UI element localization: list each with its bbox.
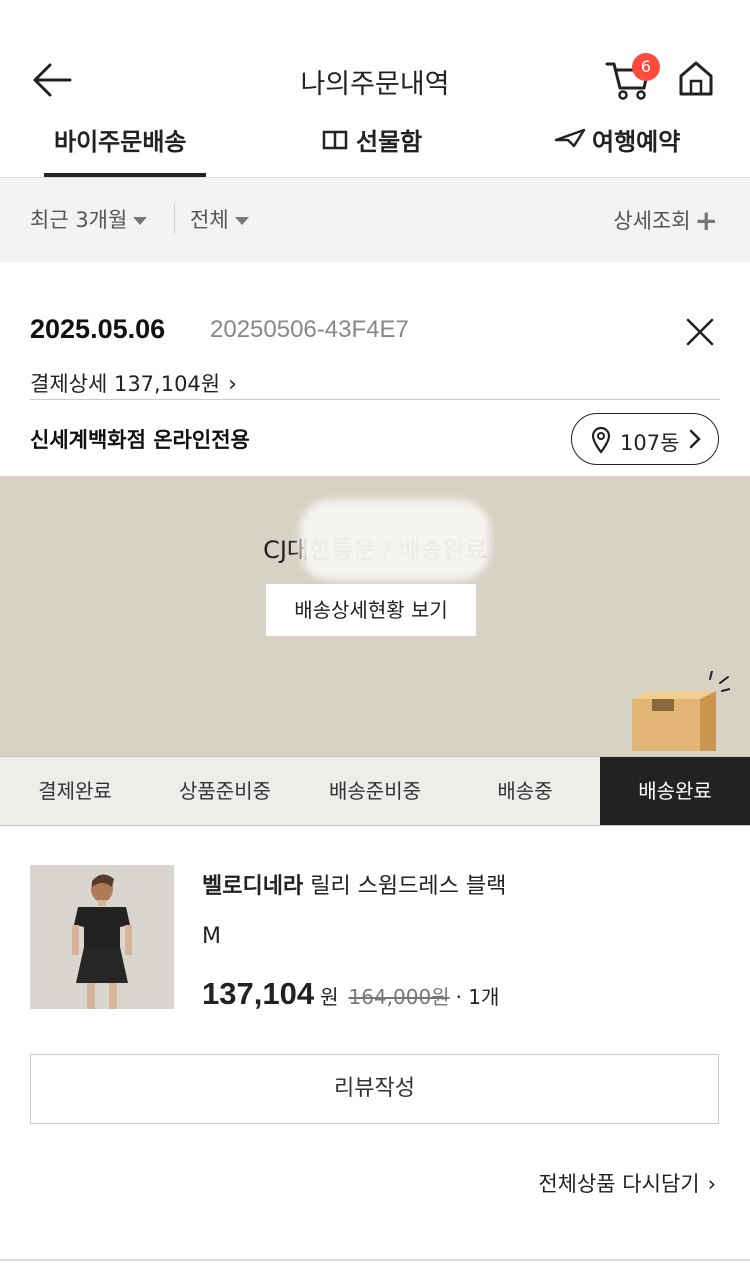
delivery-progress-steps: 결제완료 상품준비중 배송준비중 배송중 배송완료 bbox=[0, 756, 750, 826]
payment-detail-label: 결제상세 137,104원 bbox=[30, 372, 221, 396]
tab-label: 여행예약 bbox=[592, 128, 681, 156]
tab-label: 선물함 bbox=[356, 128, 423, 156]
location-pin-icon bbox=[590, 426, 612, 459]
product-brand: 벨로디네라 bbox=[202, 874, 304, 899]
product-title: 릴리 스윔드레스 블랙 bbox=[310, 874, 507, 899]
chevron-right-icon bbox=[688, 426, 702, 457]
tab-travel-booking[interactable]: 여행예약 bbox=[554, 118, 714, 178]
reorder-all-label: 전체상품 다시담기 bbox=[538, 1172, 700, 1196]
payment-detail-link[interactable]: 결제상세 137,104원 › bbox=[30, 368, 237, 398]
home-icon[interactable] bbox=[676, 58, 716, 98]
dong-label: 107동 bbox=[620, 431, 680, 455]
status-filter-dropdown[interactable]: 전체 bbox=[190, 204, 249, 234]
bottom-divider bbox=[0, 1259, 750, 1261]
cart-count-badge: 6 bbox=[632, 53, 660, 81]
period-filter-label: 최근 3개월 bbox=[30, 208, 128, 232]
dropdown-caret-icon bbox=[133, 217, 148, 225]
step-in-transit: 배송중 bbox=[497, 779, 553, 803]
product-image[interactable] bbox=[30, 865, 174, 1009]
delivery-address-button[interactable]: 107동 bbox=[571, 413, 719, 465]
store-name: 신세계백화점 온라인전용 bbox=[30, 428, 250, 452]
order-number: 20250506-43F4E7 bbox=[210, 316, 409, 343]
detail-search-label: 상세조회 bbox=[613, 209, 691, 233]
tracking-detail-button[interactable]: 배송상세현황 보기 bbox=[266, 584, 476, 636]
plus-icon: + bbox=[694, 204, 718, 237]
period-filter-dropdown[interactable]: 최근 3개월 bbox=[30, 204, 148, 234]
product-option: M bbox=[202, 924, 221, 949]
redacted-tracking-number bbox=[300, 500, 490, 580]
package-box-icon bbox=[620, 670, 731, 756]
sale-price: 137,104 bbox=[202, 976, 315, 1011]
step-preparing-shipment: 배송준비중 bbox=[329, 779, 421, 803]
detail-search-button[interactable]: 상세조회 + bbox=[613, 204, 718, 237]
price-row: 137,104 원 164,000원 · 1개 bbox=[202, 976, 499, 1012]
filter-bar: 최근 3개월 전체 상세조회 + bbox=[0, 178, 750, 262]
quantity: · 1개 bbox=[455, 985, 500, 1009]
dropdown-caret-icon bbox=[234, 217, 249, 225]
plane-icon bbox=[554, 126, 586, 156]
order-date: 2025.05.06 bbox=[30, 314, 166, 344]
order-type-tabs: 바이주문배송 선물함 여행예약 bbox=[0, 118, 750, 178]
delivery-status-banner: CJ대한통운 / 배송완료 배송상세현황 보기 bbox=[0, 476, 750, 756]
product-name[interactable]: 벨로디네라 릴리 스윔드레스 블랙 bbox=[202, 868, 506, 900]
close-icon[interactable] bbox=[684, 316, 716, 348]
filter-divider bbox=[174, 204, 175, 234]
price-unit: 원 bbox=[320, 985, 339, 1009]
tab-label: 바이주문배송 bbox=[54, 128, 187, 156]
order-divider bbox=[30, 399, 720, 400]
chevron-right-icon: › bbox=[228, 372, 237, 397]
step-payment-complete: 결제완료 bbox=[38, 779, 112, 803]
chevron-right-icon: › bbox=[707, 1172, 716, 1196]
write-review-button[interactable]: 리뷰작성 bbox=[30, 1054, 719, 1124]
gift-icon bbox=[322, 126, 348, 156]
tab-order-delivery[interactable]: 바이주문배송 bbox=[44, 118, 206, 178]
tab-gift-box[interactable]: 선물함 bbox=[316, 118, 446, 178]
original-price: 164,000원 bbox=[348, 985, 450, 1009]
step-preparing-product: 상품준비중 bbox=[179, 779, 271, 803]
step-delivered: 배송완료 bbox=[600, 757, 750, 825]
status-filter-label: 전체 bbox=[190, 208, 229, 232]
reorder-all-link[interactable]: 전체상품 다시담기 › bbox=[538, 1168, 716, 1198]
